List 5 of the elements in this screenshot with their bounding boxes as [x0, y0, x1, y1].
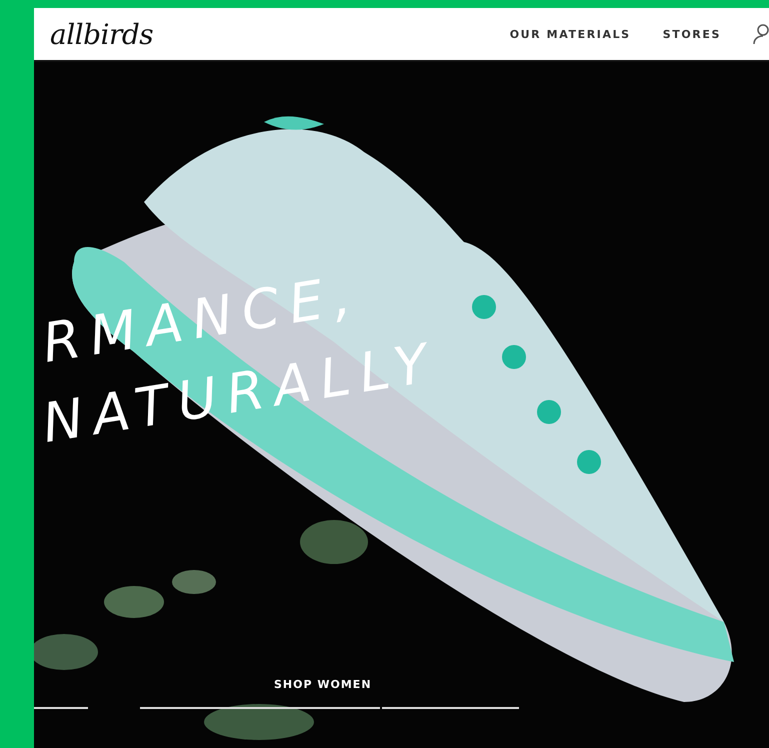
- nav-link[interactable]: OUR MATERIALS: [510, 28, 631, 40]
- shop-women-link[interactable]: SHOP WOMEN: [274, 678, 372, 691]
- logo[interactable]: allbirds: [50, 18, 154, 50]
- account-icon[interactable]: [753, 23, 769, 45]
- nav-link[interactable]: STORES: [662, 28, 721, 40]
